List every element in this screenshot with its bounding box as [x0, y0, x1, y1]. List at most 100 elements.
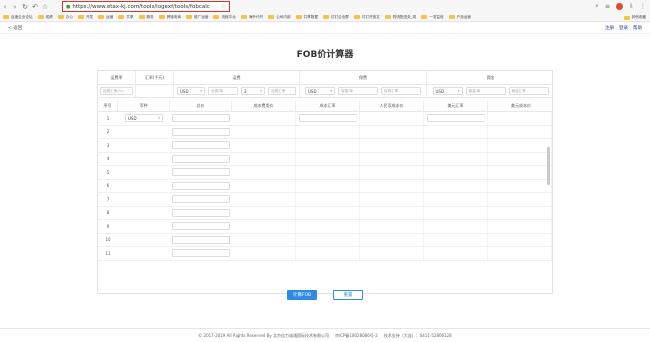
bookmark-item[interactable]: 流程平台 — [213, 14, 236, 20]
bookmark-item[interactable]: 运营 — [98, 15, 113, 20]
freight-rate-header: 运费率 — [98, 71, 136, 84]
folder-icon — [353, 15, 360, 19]
bookmark-star-icon[interactable]: ☆ — [221, 3, 226, 10]
row-result-cell — [232, 179, 296, 192]
bookmark-item[interactable]: 钉钉企业群 — [322, 15, 349, 20]
row-total-input[interactable] — [172, 154, 230, 163]
scrollbar[interactable] — [547, 147, 550, 185]
bookmark-item[interactable]: 公司内部 — [268, 15, 291, 20]
bookmark-label: 推广运营 — [194, 14, 209, 19]
row-rate-input[interactable] — [298, 114, 357, 123]
bookmark-item[interactable]: 共享数据 — [295, 15, 318, 20]
row-result-cell — [488, 233, 552, 246]
commission-currency-select[interactable]: USD ▾ — [432, 87, 463, 95]
row-result-cell — [296, 233, 360, 246]
undo-icon[interactable]: ↶ — [30, 0, 40, 13]
row-currency-cell — [118, 234, 170, 247]
exchange-rate-header: 汇率(千元) — [136, 71, 174, 84]
row-result-cell — [232, 112, 296, 125]
bookmark-item[interactable]: 开发 — [77, 15, 93, 20]
insurance-amount-input[interactable]: 保费/单 — [338, 87, 378, 95]
back-link[interactable]: < 返回 — [8, 25, 22, 31]
freight-rate-input[interactable]: 运费汇率(%) — [100, 87, 133, 95]
bookmark-item[interactable]: 物流配送处_现 — [384, 15, 416, 20]
row-result-cells — [232, 220, 552, 233]
back-icon[interactable]: ‹ — [0, 0, 10, 13]
table-row: 4 — [98, 152, 552, 166]
help-link[interactable]: 帮助 — [633, 25, 642, 31]
freight-rate-field[interactable]: 运费汇率 — [268, 87, 296, 95]
bookmark-item[interactable]: 服务 — [138, 14, 154, 20]
row-total-input[interactable] — [172, 168, 230, 177]
menu-icon[interactable]: ≡ — [605, 3, 610, 10]
row-total-input[interactable] — [172, 114, 230, 123]
row-total-input[interactable] — [172, 127, 230, 136]
chevron-down-icon: ▾ — [457, 89, 460, 93]
footer-icp[interactable]: 京ICP备18028086号-2 — [335, 333, 378, 339]
bookmark-label: 流程平台 — [221, 14, 236, 19]
forward-icon[interactable]: › — [10, 0, 20, 13]
bookmark-item[interactable]: 一览益信 — [421, 15, 444, 20]
insurance-currency-value: USD — [308, 88, 317, 94]
row-total-input[interactable] — [172, 141, 230, 150]
row-total-input[interactable] — [172, 195, 230, 204]
bookmark-item[interactable]: 海外代开 — [240, 14, 264, 20]
row-currency-cell — [118, 247, 170, 260]
bookmark-label: 服务 — [146, 14, 154, 19]
row-currency-cell — [118, 220, 170, 233]
extension-icon[interactable]: ⚡ — [595, 3, 599, 10]
row-currency-cell — [118, 166, 170, 179]
bookmark-item[interactable]: 钉钉开放文 — [353, 15, 380, 20]
row-result-cell — [488, 139, 552, 152]
row-total-cell — [170, 112, 232, 125]
row-currency-cell — [118, 153, 170, 166]
row-currency-cell: USD ▾ — [118, 112, 170, 125]
bookmark-item[interactable]: 百度企业论坛 — [3, 15, 33, 20]
bookmark-item[interactable]: 办公 — [57, 15, 73, 20]
profile-avatar-icon[interactable] — [615, 3, 623, 10]
row-currency-select[interactable]: USD ▾ — [125, 114, 163, 123]
commission-rate-input[interactable]: 佣金汇率 — [508, 87, 549, 95]
more-icon[interactable]: ⋮ — [640, 3, 646, 10]
freight-qty-select[interactable]: 3 ▾ — [241, 87, 265, 95]
commission-amount-input[interactable]: 佣金/单 — [465, 87, 506, 95]
address-bar[interactable]: ● https://www.etax-kj.com/tools/logexf/t… — [62, 1, 230, 12]
freight-amount-input[interactable]: 运费/单 — [208, 87, 238, 95]
row-result-cells — [232, 247, 552, 260]
bookmark-other[interactable]: 其他收藏 — [623, 13, 646, 22]
row-total-input[interactable] — [172, 181, 230, 190]
insurance-currency-select[interactable]: USD ▾ — [305, 87, 335, 95]
row-result-cells — [232, 139, 552, 152]
download-icon[interactable]: ⇩ — [629, 3, 634, 10]
footer: © 2017-2019 All Rights Reserved By 北京佳力诚… — [0, 328, 650, 342]
login-link[interactable]: 登录 — [619, 25, 628, 31]
calculate-button[interactable]: 计算FOB — [287, 290, 317, 300]
bookmark-label: 海外代开 — [248, 14, 264, 19]
insurance-header: 保费 — [300, 71, 427, 84]
bookmark-item[interactable]: 产品运营 — [448, 15, 471, 20]
row-total-input[interactable] — [172, 222, 230, 231]
row-result-cells — [232, 233, 552, 246]
reset-button[interactable]: 重置 — [333, 290, 363, 300]
col-cost: 成本费用价 — [232, 101, 296, 111]
bookmark-item[interactable]: 共享 — [118, 15, 134, 20]
bookmark-item[interactable]: 成绩 — [37, 15, 53, 20]
register-link[interactable]: 注册 — [605, 25, 614, 31]
row-total-input[interactable] — [172, 235, 230, 244]
row-total-input[interactable] — [172, 249, 230, 258]
row-result-cell — [232, 247, 296, 260]
table-row: 1 USD ▾ — [98, 112, 552, 126]
col-total: 总价 — [170, 101, 232, 111]
bookmark-item[interactable]: 跨境电商 — [158, 15, 181, 20]
row-result-cell — [232, 152, 296, 165]
row-result-cell — [232, 206, 296, 219]
insurance-rate-input[interactable]: 保费汇率 — [381, 87, 421, 95]
row-total-input[interactable] — [172, 208, 230, 217]
row-index: 1 — [106, 115, 110, 121]
bookmark-item[interactable]: 推广运营 — [186, 15, 208, 20]
freight-currency-select[interactable]: USD ▾ — [177, 87, 205, 95]
reload-icon[interactable]: ↻ — [20, 0, 30, 13]
row-rate-input[interactable] — [426, 114, 485, 123]
star-icon[interactable]: ☆ — [40, 0, 50, 13]
row-result-cell — [424, 206, 488, 219]
